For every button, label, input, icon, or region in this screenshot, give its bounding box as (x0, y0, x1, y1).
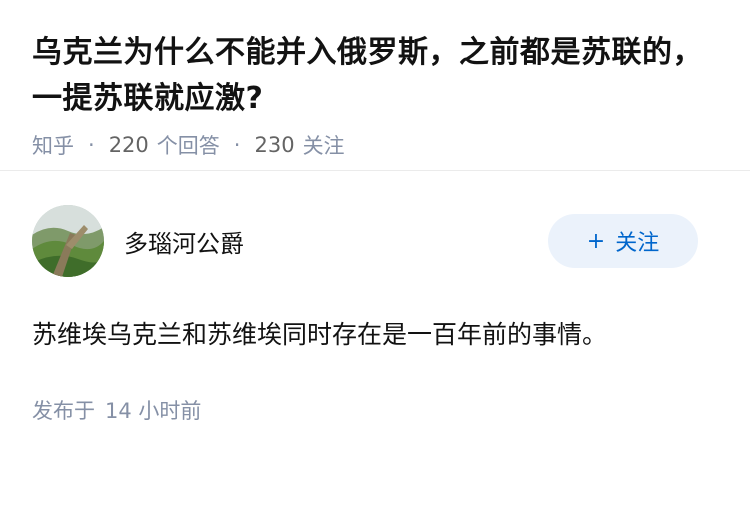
author-name[interactable]: 多瑙河公爵 (124, 224, 548, 259)
landscape-avatar-icon (32, 205, 104, 277)
question-title[interactable]: 乌克兰为什么不能并入俄罗斯，之前都是苏联的，一提苏联就应激? (32, 30, 718, 122)
answers-label[interactable]: 个回答 (157, 130, 220, 160)
question-header: 乌克兰为什么不能并入俄罗斯，之前都是苏联的，一提苏联就应激? 知乎 · 220 … (0, 0, 750, 170)
question-meta: 知乎 · 220 个回答 · 230 关注 (32, 130, 718, 160)
plus-icon: + (586, 228, 606, 254)
meta-separator: · (233, 133, 241, 157)
publish-time: 14 小时前 (105, 399, 202, 423)
answers-count: 220 (108, 133, 149, 157)
source-label[interactable]: 知乎 (32, 130, 74, 160)
avatar[interactable] (32, 205, 104, 277)
answer-content: 苏维埃乌克兰和苏维埃同时存在是一百年前的事情。 (32, 320, 608, 349)
followers-label[interactable]: 关注 (303, 130, 345, 160)
publish-label: 发布于 (32, 399, 95, 423)
followers-count: 230 (254, 133, 295, 157)
publish-info: 发布于 14 小时前 (0, 357, 750, 425)
follow-label: 关注 (615, 231, 660, 256)
follow-button[interactable]: + 关注 (548, 214, 698, 268)
author-row: 多瑙河公爵 + 关注 (0, 171, 750, 277)
meta-separator: · (88, 133, 95, 157)
